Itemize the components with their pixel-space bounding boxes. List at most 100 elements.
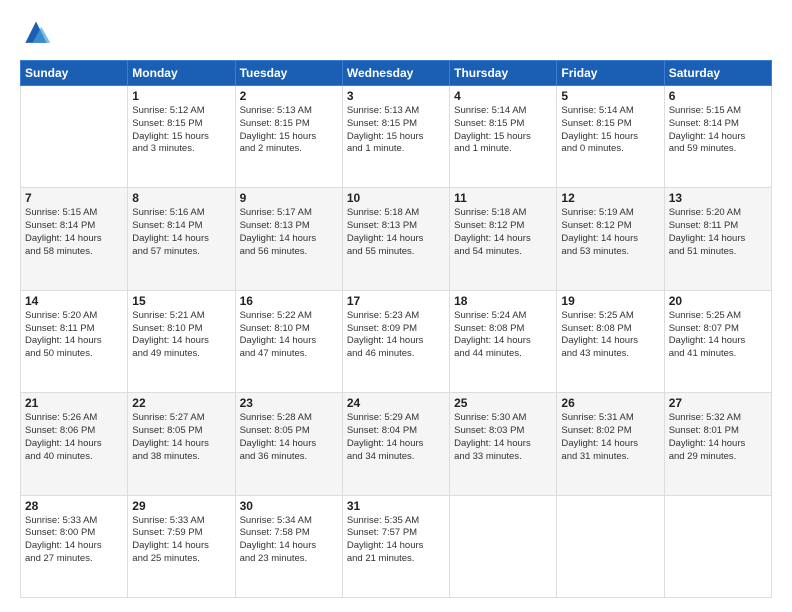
cell-info: Sunrise: 5:21 AM Sunset: 8:10 PM Dayligh… bbox=[132, 310, 230, 361]
weekday-header-row: Sunday Monday Tuesday Wednesday Thursday… bbox=[21, 61, 772, 86]
day-number: 11 bbox=[454, 191, 552, 205]
cell-info: Sunrise: 5:14 AM Sunset: 8:15 PM Dayligh… bbox=[561, 105, 659, 156]
table-row: 11Sunrise: 5:18 AM Sunset: 8:12 PM Dayli… bbox=[450, 188, 557, 290]
day-number: 18 bbox=[454, 294, 552, 308]
cell-info: Sunrise: 5:15 AM Sunset: 8:14 PM Dayligh… bbox=[25, 207, 123, 258]
table-row: 20 Sunrise: 5:25 AM Sunset: 8:07 PM Dayli… bbox=[664, 290, 771, 392]
day-number: 8 bbox=[132, 191, 230, 205]
day-number: 26 bbox=[561, 396, 659, 410]
table-row: 25 Sunrise: 5:30 AM Sunset: 8:03 PM Dayli… bbox=[450, 393, 557, 495]
table-row bbox=[557, 495, 664, 597]
calendar-week-row: 1 Sunrise: 5:12 AM Sunset: 8:15 PM Daylig… bbox=[21, 86, 772, 188]
day-number: 25 bbox=[454, 396, 552, 410]
table-row: 30 Sunrise: 5:34 AM Sunset: 7:58 PM Dayli… bbox=[235, 495, 342, 597]
day-number: 22 bbox=[132, 396, 230, 410]
calendar-week-row: 14 Sunrise: 5:20 AM Sunset: 8:11 PM Dayli… bbox=[21, 290, 772, 392]
table-row bbox=[21, 86, 128, 188]
day-number: 9 bbox=[240, 191, 338, 205]
cell-info: Sunrise: 5:25 AM Sunset: 8:07 PM Dayligh… bbox=[669, 310, 767, 361]
table-row: 2 Sunrise: 5:13 AM Sunset: 8:15 PM Daylig… bbox=[235, 86, 342, 188]
calendar-week-row: 21 Sunrise: 5:26 AM Sunset: 8:06 PM Dayli… bbox=[21, 393, 772, 495]
day-number: 2 bbox=[240, 89, 338, 103]
cell-info: Sunrise: 5:29 AM Sunset: 8:04 PM Dayligh… bbox=[347, 412, 445, 463]
day-number: 5 bbox=[561, 89, 659, 103]
cell-info: Sunrise: 5:31 AM Sunset: 8:02 PM Dayligh… bbox=[561, 412, 659, 463]
cell-info: Sunrise: 5:30 AM Sunset: 8:03 PM Dayligh… bbox=[454, 412, 552, 463]
page: Sunday Monday Tuesday Wednesday Thursday… bbox=[0, 0, 792, 612]
table-row: 18 Sunrise: 5:24 AM Sunset: 8:08 PM Dayli… bbox=[450, 290, 557, 392]
table-row: 19Sunrise: 5:25 AM Sunset: 8:08 PM Dayli… bbox=[557, 290, 664, 392]
table-row: 1 Sunrise: 5:12 AM Sunset: 8:15 PM Daylig… bbox=[128, 86, 235, 188]
day-number: 14 bbox=[25, 294, 123, 308]
header-monday: Monday bbox=[128, 61, 235, 86]
cell-info: Sunrise: 5:35 AM Sunset: 7:57 PM Dayligh… bbox=[347, 515, 445, 566]
cell-info: Sunrise: 5:27 AM Sunset: 8:05 PM Dayligh… bbox=[132, 412, 230, 463]
header-saturday: Saturday bbox=[664, 61, 771, 86]
table-row: 31 Sunrise: 5:35 AM Sunset: 7:57 PM Dayli… bbox=[342, 495, 449, 597]
calendar-table: Sunday Monday Tuesday Wednesday Thursday… bbox=[20, 60, 772, 598]
cell-info: Sunrise: 5:15 AM Sunset: 8:14 PM Dayligh… bbox=[669, 105, 767, 156]
day-number: 17 bbox=[347, 294, 445, 308]
table-row: 21 Sunrise: 5:26 AM Sunset: 8:06 PM Dayli… bbox=[21, 393, 128, 495]
cell-info: Sunrise: 5:14 AM Sunset: 8:15 PM Dayligh… bbox=[454, 105, 552, 156]
day-number: 1 bbox=[132, 89, 230, 103]
day-number: 16 bbox=[240, 294, 338, 308]
table-row: 12Sunrise: 5:19 AM Sunset: 8:12 PM Dayli… bbox=[557, 188, 664, 290]
table-row: 29 Sunrise: 5:33 AM Sunset: 7:59 PM Dayli… bbox=[128, 495, 235, 597]
logo bbox=[20, 18, 56, 50]
day-number: 23 bbox=[240, 396, 338, 410]
table-row: 5 Sunrise: 5:14 AM Sunset: 8:15 PM Daylig… bbox=[557, 86, 664, 188]
cell-info: Sunrise: 5:26 AM Sunset: 8:06 PM Dayligh… bbox=[25, 412, 123, 463]
cell-info: Sunrise: 5:18 AM Sunset: 8:13 PM Dayligh… bbox=[347, 207, 445, 258]
cell-info: Sunrise: 5:33 AM Sunset: 7:59 PM Dayligh… bbox=[132, 515, 230, 566]
day-number: 27 bbox=[669, 396, 767, 410]
table-row: 10 Sunrise: 5:18 AM Sunset: 8:13 PM Dayli… bbox=[342, 188, 449, 290]
day-number: 24 bbox=[347, 396, 445, 410]
cell-info: Sunrise: 5:28 AM Sunset: 8:05 PM Dayligh… bbox=[240, 412, 338, 463]
day-number: 10 bbox=[347, 191, 445, 205]
cell-info: Sunrise: 5:13 AM Sunset: 8:15 PM Dayligh… bbox=[347, 105, 445, 156]
cell-info: Sunrise: 5:34 AM Sunset: 7:58 PM Dayligh… bbox=[240, 515, 338, 566]
cell-info: Sunrise: 5:20 AM Sunset: 8:11 PM Dayligh… bbox=[669, 207, 767, 258]
table-row: 9 Sunrise: 5:17 AM Sunset: 8:13 PM Daylig… bbox=[235, 188, 342, 290]
header-tuesday: Tuesday bbox=[235, 61, 342, 86]
table-row: 27 Sunrise: 5:32 AM Sunset: 8:01 PM Dayli… bbox=[664, 393, 771, 495]
table-row: 6 Sunrise: 5:15 AM Sunset: 8:14 PM Daylig… bbox=[664, 86, 771, 188]
cell-info: Sunrise: 5:24 AM Sunset: 8:08 PM Dayligh… bbox=[454, 310, 552, 361]
day-number: 13 bbox=[669, 191, 767, 205]
cell-info: Sunrise: 5:17 AM Sunset: 8:13 PM Dayligh… bbox=[240, 207, 338, 258]
calendar-week-row: 7Sunrise: 5:15 AM Sunset: 8:14 PM Daylig… bbox=[21, 188, 772, 290]
cell-info: Sunrise: 5:13 AM Sunset: 8:15 PM Dayligh… bbox=[240, 105, 338, 156]
logo-icon bbox=[20, 18, 52, 50]
cell-info: Sunrise: 5:25 AM Sunset: 8:08 PM Dayligh… bbox=[561, 310, 659, 361]
table-row bbox=[450, 495, 557, 597]
cell-info: Sunrise: 5:20 AM Sunset: 8:11 PM Dayligh… bbox=[25, 310, 123, 361]
cell-info: Sunrise: 5:16 AM Sunset: 8:14 PM Dayligh… bbox=[132, 207, 230, 258]
cell-info: Sunrise: 5:12 AM Sunset: 8:15 PM Dayligh… bbox=[132, 105, 230, 156]
cell-info: Sunrise: 5:32 AM Sunset: 8:01 PM Dayligh… bbox=[669, 412, 767, 463]
table-row: 8 Sunrise: 5:16 AM Sunset: 8:14 PM Daylig… bbox=[128, 188, 235, 290]
table-row: 23 Sunrise: 5:28 AM Sunset: 8:05 PM Dayli… bbox=[235, 393, 342, 495]
day-number: 21 bbox=[25, 396, 123, 410]
table-row bbox=[664, 495, 771, 597]
day-number: 31 bbox=[347, 499, 445, 513]
day-number: 15 bbox=[132, 294, 230, 308]
day-number: 4 bbox=[454, 89, 552, 103]
day-number: 28 bbox=[25, 499, 123, 513]
day-number: 29 bbox=[132, 499, 230, 513]
table-row: 17 Sunrise: 5:23 AM Sunset: 8:09 PM Dayli… bbox=[342, 290, 449, 392]
day-number: 20 bbox=[669, 294, 767, 308]
header-sunday: Sunday bbox=[21, 61, 128, 86]
table-row: 26 Sunrise: 5:31 AM Sunset: 8:02 PM Dayli… bbox=[557, 393, 664, 495]
calendar-week-row: 28Sunrise: 5:33 AM Sunset: 8:00 PM Dayli… bbox=[21, 495, 772, 597]
table-row: 14 Sunrise: 5:20 AM Sunset: 8:11 PM Dayli… bbox=[21, 290, 128, 392]
day-number: 3 bbox=[347, 89, 445, 103]
day-number: 30 bbox=[240, 499, 338, 513]
cell-info: Sunrise: 5:23 AM Sunset: 8:09 PM Dayligh… bbox=[347, 310, 445, 361]
table-row: 28Sunrise: 5:33 AM Sunset: 8:00 PM Dayli… bbox=[21, 495, 128, 597]
cell-info: Sunrise: 5:19 AM Sunset: 8:12 PM Dayligh… bbox=[561, 207, 659, 258]
table-row: 13 Sunrise: 5:20 AM Sunset: 8:11 PM Dayli… bbox=[664, 188, 771, 290]
header-thursday: Thursday bbox=[450, 61, 557, 86]
day-number: 6 bbox=[669, 89, 767, 103]
header-friday: Friday bbox=[557, 61, 664, 86]
